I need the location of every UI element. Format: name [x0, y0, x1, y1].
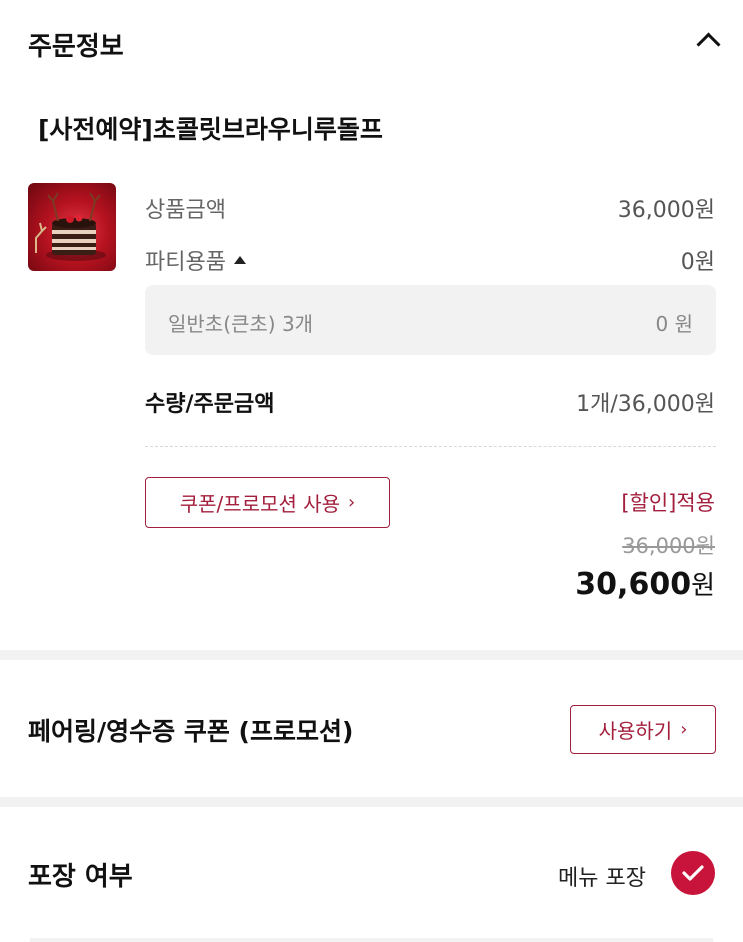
chevron-right-icon: › — [348, 492, 356, 513]
original-price: 36,000원 — [622, 534, 715, 558]
coupon-promotion-button[interactable]: 쿠폰/프로모션 사용 › — [145, 477, 390, 528]
chevron-right-icon: › — [680, 719, 688, 740]
packaging-title: 포장 여부 — [28, 862, 133, 892]
checkmark-svg — [682, 865, 704, 881]
party-supplies-value: 0원 — [680, 250, 715, 275]
option-value: 0 원 — [655, 312, 693, 336]
order-info-title: 주문정보 — [28, 32, 124, 62]
section-divider — [0, 797, 743, 807]
chevron-up-icon[interactable] — [696, 32, 721, 57]
option-label: 일반초(큰초) 3개 — [168, 312, 314, 336]
cake-image — [35, 192, 106, 261]
check-icon[interactable] — [671, 851, 715, 895]
final-price: 30,600원 — [575, 565, 715, 602]
final-price-unit: 원 — [691, 571, 715, 601]
caret-up-icon — [233, 256, 246, 264]
final-price-number: 30,600 — [575, 567, 692, 602]
use-coupon-button[interactable]: 사용하기 › — [570, 705, 716, 754]
discount-applied-label: [할인]적용 — [621, 491, 715, 515]
product-price-label: 상품금액 — [145, 198, 226, 223]
product-thumbnail — [28, 183, 116, 271]
qty-order-value: 1개/36,000원 — [576, 392, 715, 417]
product-name: [사전예약]초콜릿브라우니루돌프 — [38, 115, 383, 144]
menu-packaging-label[interactable]: 메뉴 포장 — [558, 860, 646, 892]
section-divider — [0, 650, 743, 660]
bottom-divider — [30, 938, 713, 942]
qty-order-label: 수량/주문금액 — [145, 392, 275, 417]
coupon-button-label: 쿠폰/프로모션 사용 — [179, 492, 341, 516]
product-price-value: 36,000원 — [617, 198, 715, 223]
use-button-label: 사용하기 — [598, 719, 673, 743]
pairing-coupon-title: 페어링/영수증 쿠폰 (프로모션) — [28, 717, 354, 746]
party-supplies-label: 파티용품 — [145, 250, 226, 275]
divider — [145, 446, 716, 447]
party-supplies-toggle[interactable]: 파티용품 — [145, 244, 246, 276]
